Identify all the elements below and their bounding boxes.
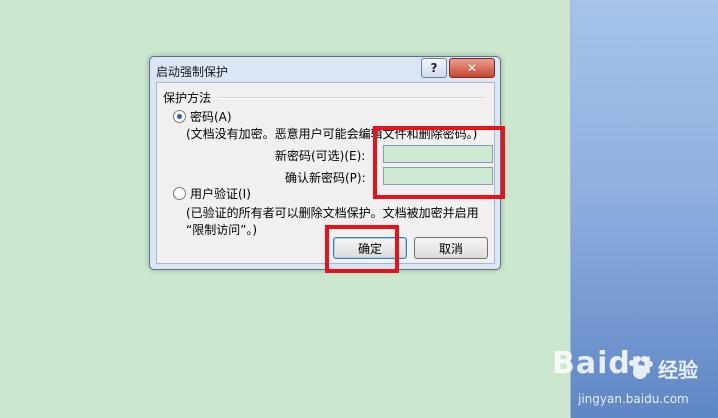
watermark-cn: 经验: [658, 358, 698, 382]
help-button[interactable]: ?: [421, 58, 447, 78]
user-auth-description-line1: (已验证的所有者可以删除文档保护。文档被加密并启用: [186, 206, 479, 220]
new-password-label: 新密码(可选)(E):: [275, 149, 366, 163]
confirm-password-label: 确认新密码(P):: [285, 171, 366, 185]
ok-button-highlight: [325, 225, 399, 273]
protection-method-group-label: 保护方法: [163, 91, 212, 105]
password-radio[interactable]: [173, 110, 186, 123]
user-auth-option-label[interactable]: 用户验证(I): [190, 185, 251, 202]
user-auth-radio[interactable]: [173, 187, 186, 200]
baidu-jingyan-watermark: Baidu 经验 jingyan.baidu.com: [548, 344, 718, 418]
user-auth-description-line2: “限制访问”。): [186, 223, 258, 237]
password-option-label[interactable]: 密码(A): [190, 108, 232, 125]
watermark-url: jingyan.baidu.com: [578, 392, 689, 406]
cancel-button[interactable]: 取消: [414, 237, 488, 259]
dialog-title: 启动强制保护: [156, 65, 229, 79]
close-button[interactable]: ✕: [449, 58, 495, 78]
paw-icon: [629, 356, 653, 379]
group-divider: [217, 97, 485, 99]
password-fields-highlight: [373, 126, 505, 199]
